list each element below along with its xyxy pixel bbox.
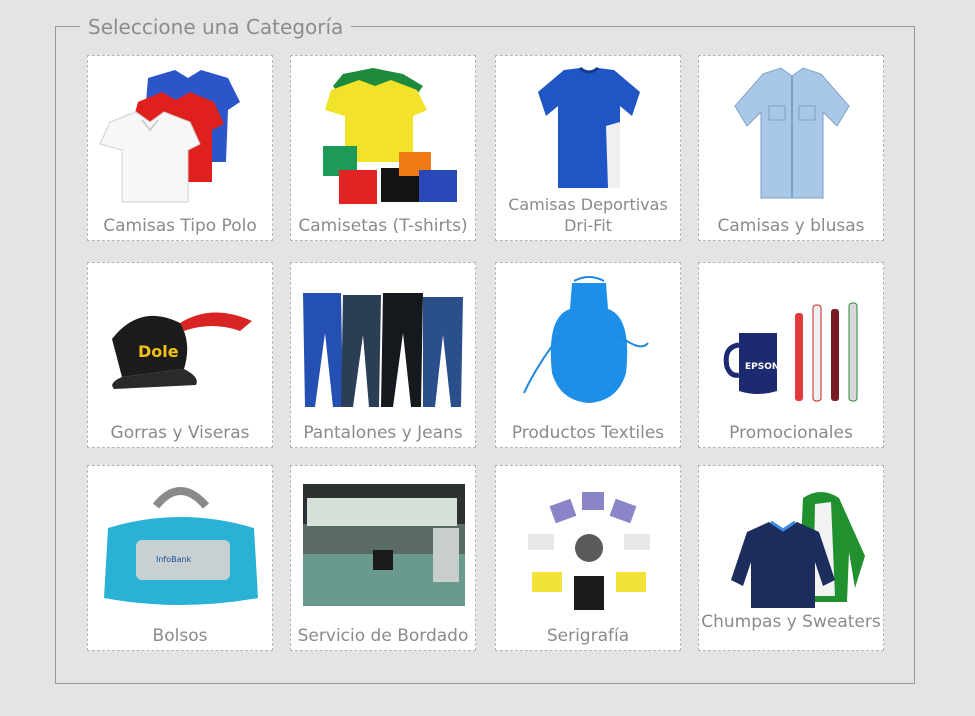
category-label: Promocionales xyxy=(729,423,853,443)
category-label: Bolsos xyxy=(152,626,208,646)
cap-brand-text: Dole xyxy=(138,342,179,361)
category-label: Camisas Tipo Polo xyxy=(103,216,257,236)
category-label: Camisetas (T-shirts) xyxy=(298,216,468,236)
category-card-bags[interactable]: InfoBank Bolsos xyxy=(87,465,273,651)
cap-visor-image: Dole xyxy=(100,273,262,413)
category-card-sports-shirts[interactable]: Camisas Deportivas Dri-Fit xyxy=(495,55,681,241)
category-label: Chumpas y Sweaters xyxy=(701,612,881,632)
category-label: Pantalones y Jeans xyxy=(303,423,463,443)
category-card-jackets[interactable]: Chumpas y Sweaters xyxy=(698,465,884,651)
duffel-bag-image: InfoBank xyxy=(100,476,262,616)
apron-image xyxy=(508,273,670,413)
mug-pens-image: EPSON xyxy=(711,273,873,413)
screen-print-press-image xyxy=(508,476,670,616)
category-card-caps[interactable]: Dole Gorras y Viseras xyxy=(87,262,273,448)
category-label: Camisas y blusas xyxy=(717,216,865,236)
category-card-tshirts[interactable]: Camisetas (T-shirts) xyxy=(290,55,476,241)
category-card-screen-printing[interactable]: Serigrafía xyxy=(495,465,681,651)
sports-shirt-image xyxy=(508,66,670,206)
panel-title: Seleccione una Categoría xyxy=(80,12,352,42)
category-card-textiles[interactable]: Productos Textiles xyxy=(495,262,681,448)
category-label: Gorras y Viseras xyxy=(110,423,250,443)
category-label: Serigrafía xyxy=(546,626,630,646)
tshirts-image xyxy=(303,66,465,206)
embroidery-machine-image xyxy=(303,484,465,606)
bag-brand-text: InfoBank xyxy=(156,555,192,564)
category-label: Servicio de Bordado xyxy=(297,626,469,646)
category-card-embroidery[interactable]: Servicio de Bordado xyxy=(290,465,476,651)
mug-brand-text: EPSON xyxy=(745,362,779,372)
category-label: Camisas Deportivas Dri-Fit xyxy=(508,195,668,235)
category-label: Productos Textiles xyxy=(511,423,665,443)
category-card-pants[interactable]: Pantalones y Jeans xyxy=(290,262,476,448)
category-card-dress-shirts[interactable]: Camisas y blusas xyxy=(698,55,884,241)
category-card-promotional[interactable]: EPSON Promocionales xyxy=(698,262,884,448)
polo-shirts-image xyxy=(100,66,262,206)
category-card-polo[interactable]: Camisas Tipo Polo xyxy=(87,55,273,241)
dress-shirt-image xyxy=(711,66,873,206)
pants-image xyxy=(303,273,465,413)
jackets-image xyxy=(711,476,873,616)
